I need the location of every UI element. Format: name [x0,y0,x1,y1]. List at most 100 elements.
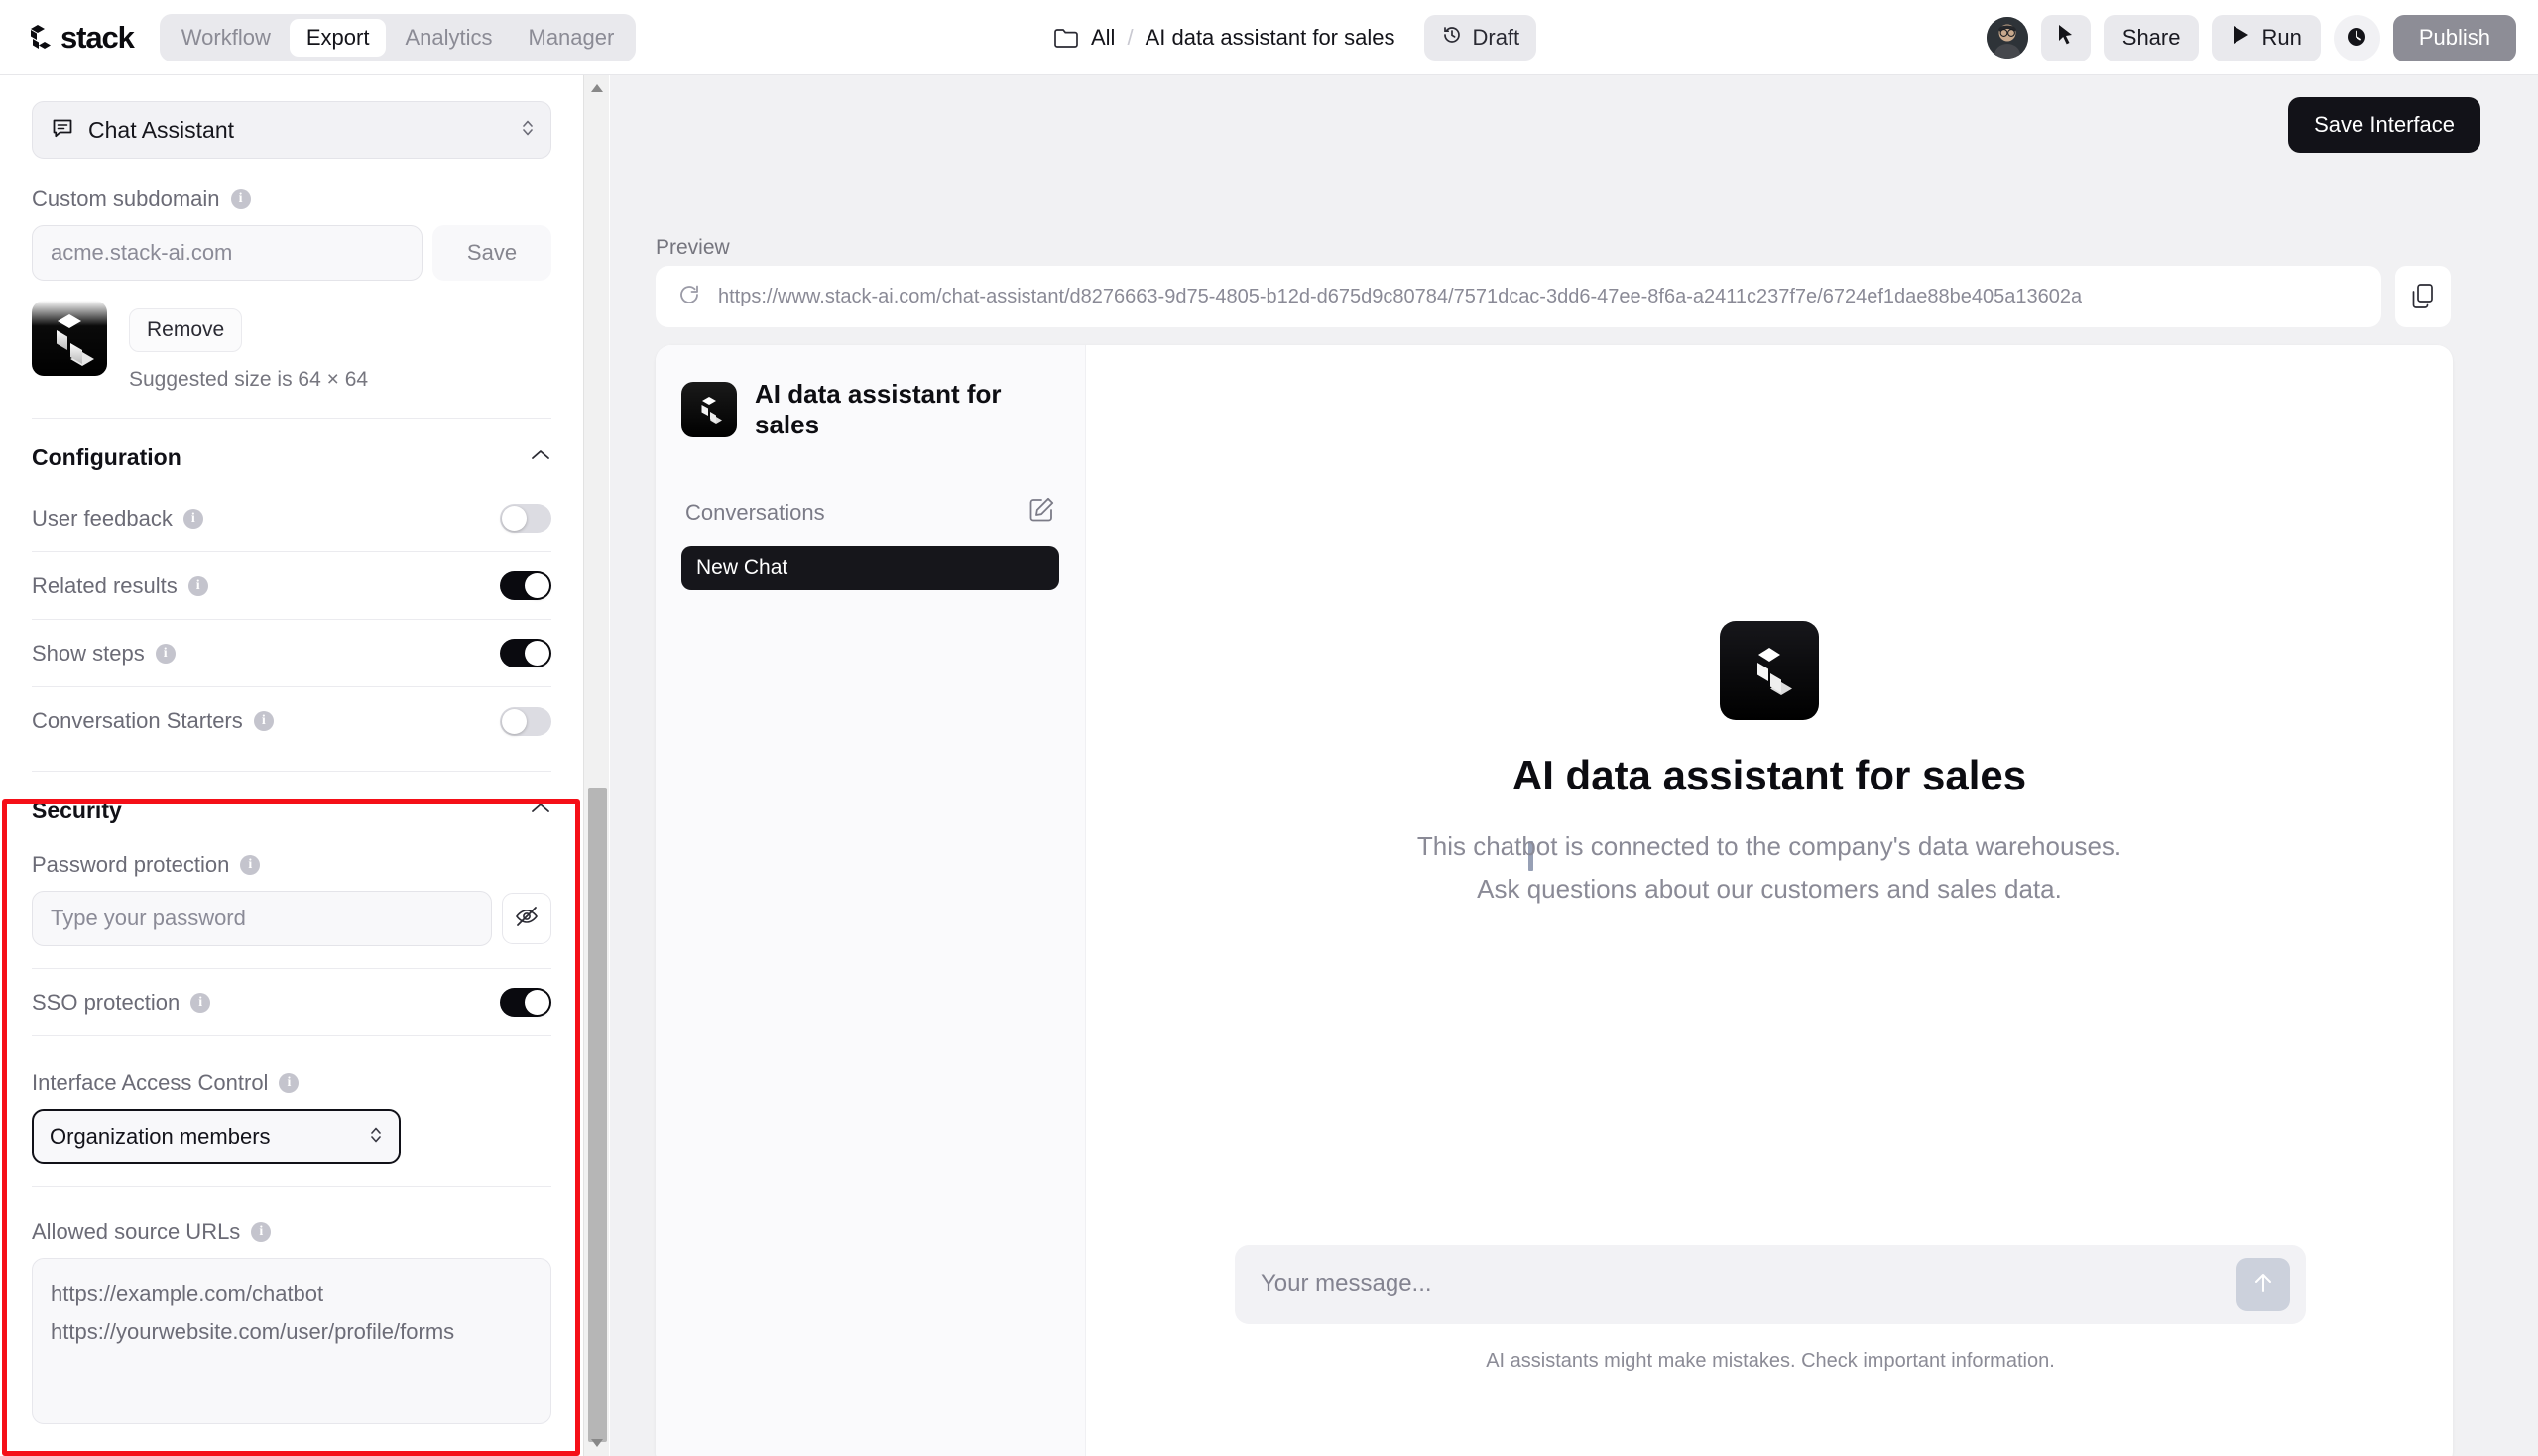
scroll-down-arrow-icon[interactable] [584,1430,610,1456]
info-icon[interactable]: i [251,1222,272,1242]
toggle-row-user-feedback: User feedback i [32,485,551,552]
configuration-toggle-list: User feedback i Related results i Show ste… [32,485,551,755]
related-results-label: Related results [32,572,178,598]
history-icon [1441,24,1463,52]
nav-tab-analytics[interactable]: Analytics [388,19,509,57]
preview-pane: Save Interface Preview https://www.stack… [610,75,2538,1456]
preview-url-row: https://www.stack-ai.com/chat-assistant/… [656,266,2451,327]
allowed-source-urls-label-text: Allowed source URLs [32,1219,241,1244]
ai-disclaimer: AI assistants might make mistakes. Check… [1486,1350,2055,1372]
preview-url-bar[interactable]: https://www.stack-ai.com/chat-assistant/… [656,266,2381,327]
sso-protection-label: SSO protection [32,989,181,1015]
top-bar: stack Workflow Export Analytics Manager … [0,0,2538,75]
chat-logo-icon [681,382,737,437]
toggle-knob [525,990,549,1015]
chevron-up-down-icon [521,117,535,144]
preview-label: Preview [656,236,730,259]
play-icon [2231,24,2250,52]
info-icon[interactable]: i [230,189,251,209]
interface-access-control-select[interactable]: Organization members [32,1109,401,1164]
toggle-row-show-steps: Show steps i [32,620,551,687]
nav-tab-export[interactable]: Export [289,18,387,57]
nav-tab-manager[interactable]: Manager [512,19,632,57]
message-input-placeholder[interactable]: Your message... [1261,1271,2236,1298]
copy-url-button[interactable] [2395,266,2451,327]
allowed-source-urls-label: Allowed source URLs i [32,1219,551,1245]
share-button[interactable]: Share [2103,14,2200,61]
toggle-password-visibility-button[interactable] [502,893,551,944]
preview-url-text: https://www.stack-ai.com/chat-assistant/… [718,285,2083,307]
breadcrumb: All / AI data assistant for sales Draft [1053,0,1537,75]
chat-preview-card: AI data assistant for sales Conversation… [656,345,2453,1456]
password-input[interactable] [32,891,492,946]
conversation-starters-label: Conversation Starters [32,708,243,733]
folder-icon [1053,27,1079,49]
nav-tab-workflow[interactable]: Workflow [165,19,288,57]
eye-off-icon [514,904,540,934]
stack-logo-icon [24,23,54,53]
interface-access-control-label-text: Interface Access Control [32,1070,269,1095]
security-section-header[interactable]: Security [32,772,551,824]
interface-type-select[interactable]: Chat Assistant [32,101,551,159]
breadcrumb-current[interactable]: AI data assistant for sales [1146,25,1395,51]
cursor-tool-button[interactable] [2040,14,2091,61]
chat-sidebar: AI data assistant for sales Conversation… [656,345,1086,1456]
security-fields: Password protection i SSO protection i [32,852,551,1456]
chevron-up-icon[interactable] [530,801,551,820]
info-icon[interactable]: i [240,855,261,875]
show-steps-toggle[interactable] [500,639,551,667]
conversations-label: Conversations [685,499,825,525]
edit-square-icon[interactable] [1027,496,1055,529]
copy-icon [2411,283,2435,311]
send-message-button[interactable] [2236,1258,2290,1311]
conversation-item-new-chat[interactable]: New Chat [681,546,1059,590]
related-results-toggle[interactable] [500,571,551,600]
toggle-knob [502,506,527,531]
export-settings-panel: Chat Assistant Custom subdomain i Save [0,75,583,1456]
logo-upload-row: Remove Suggested size is 64 × 64 [32,301,551,392]
allowed-source-urls-textarea[interactable] [32,1258,551,1424]
info-icon[interactable]: i [279,1073,300,1093]
chat-welcome-block: AI data assistant for sales This chatbot… [1086,621,2453,910]
share-label: Share [2121,25,2181,50]
chat-bubble-icon [51,116,74,145]
logo-size-hint: Suggested size is 64 × 64 [129,368,369,391]
avatar[interactable] [1986,17,2028,59]
info-icon[interactable]: i [155,643,176,664]
main-nav: Workflow Export Analytics Manager [159,13,637,61]
user-feedback-label: User feedback [32,505,173,531]
remove-logo-button[interactable]: Remove [129,308,243,352]
info-icon[interactable]: i [187,575,208,596]
breadcrumb-root[interactable]: All [1091,25,1115,51]
conversation-starters-toggle[interactable] [500,706,551,736]
run-button[interactable]: Run [2212,14,2321,61]
scroll-up-arrow-icon[interactable] [584,75,610,101]
user-feedback-toggle[interactable] [500,504,551,533]
chat-sidebar-header: AI data assistant for sales [681,379,1059,440]
draft-status-chip[interactable]: Draft [1424,15,1537,61]
welcome-subtitle-line-1: This chatbot is connected to the company… [1416,831,2122,861]
info-icon[interactable]: i [182,508,203,529]
configuration-section-header[interactable]: Configuration [32,419,551,471]
scrollbar-thumb[interactable] [588,788,607,1442]
custom-subdomain-label: Custom subdomain i [32,186,551,212]
refresh-icon[interactable] [677,283,701,311]
conversation-item-label: New Chat [696,556,788,579]
custom-subdomain-label-text: Custom subdomain [32,186,220,211]
chevron-up-icon[interactable] [530,448,551,467]
sso-protection-toggle[interactable] [500,988,551,1017]
publish-button[interactable]: Publish [2392,14,2516,61]
draft-label: Draft [1472,25,1520,50]
custom-subdomain-input[interactable] [32,225,423,281]
save-interface-button[interactable]: Save Interface [2288,97,2480,153]
cursor-icon [2056,24,2076,52]
info-icon[interactable]: i [190,992,211,1013]
info-icon[interactable]: i [253,711,274,731]
history-button[interactable] [2333,14,2380,61]
message-input-wrapper[interactable]: Your message... [1235,1245,2306,1324]
save-subdomain-button[interactable]: Save [432,225,551,281]
sidebar-scrollbar[interactable] [583,75,609,1456]
brand-name: stack [60,19,135,55]
interface-type-value: Chat Assistant [88,116,235,143]
chevron-up-down-icon [369,1124,383,1151]
